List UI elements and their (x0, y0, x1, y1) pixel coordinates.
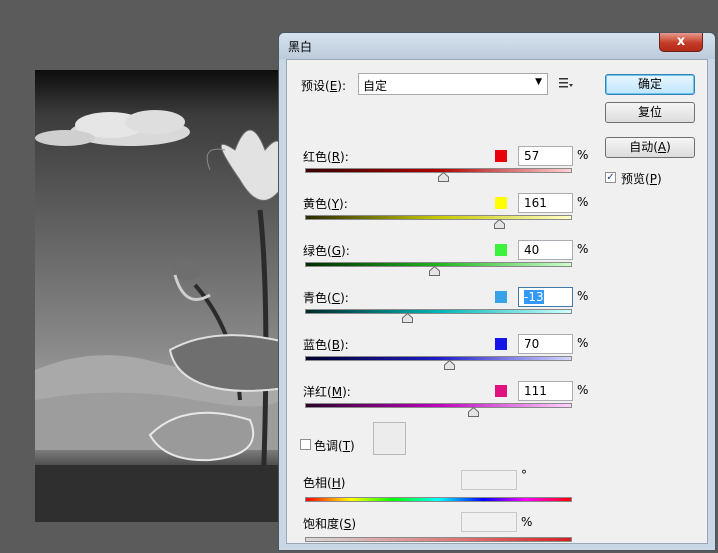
percent-sign: % (577, 242, 589, 256)
black-white-dialog: 黑白 x 预设(E): 自定 ▼ 确定 复位 自动(A) ✓ 预览(P) 红色(… (278, 32, 716, 551)
percent-sign: % (577, 336, 589, 350)
dialog-title: 黑白 (288, 40, 313, 54)
color-swatch (495, 244, 507, 256)
title-bar[interactable]: 黑白 x (279, 33, 715, 59)
value-input[interactable]: 57 (518, 146, 573, 166)
value-input[interactable]: -13 (518, 287, 573, 307)
hue-unit: ° (521, 468, 527, 482)
preset-options-icon[interactable] (558, 76, 574, 90)
canvas-photo (35, 70, 285, 522)
slider-track[interactable] (305, 309, 572, 314)
preset-select[interactable]: 自定 ▼ (358, 73, 548, 95)
color-swatch (495, 385, 507, 397)
slider-thumb[interactable] (468, 407, 480, 417)
slider-track[interactable] (305, 356, 572, 361)
slider-label: 青色(C): (303, 291, 349, 305)
percent-sign: % (577, 383, 589, 397)
close-icon: x (676, 34, 686, 49)
dialog-client: 预设(E): 自定 ▼ 确定 复位 自动(A) ✓ 预览(P) 红色(R): 57… (286, 59, 708, 544)
hue-input[interactable] (461, 470, 517, 490)
percent-sign: % (577, 289, 589, 303)
preview-label: 预览(P) (621, 172, 662, 186)
hue-label: 色相(H) (303, 476, 346, 490)
value-input[interactable]: 40 (518, 240, 573, 260)
slider-track[interactable] (305, 215, 572, 220)
tint-label: 色调(T) (314, 439, 355, 453)
slider-label: 红色(R): (303, 150, 349, 164)
slider-thumb[interactable] (428, 266, 440, 276)
preview-checkbox[interactable]: ✓ (605, 172, 616, 183)
saturation-label: 饱和度(S) (303, 517, 357, 531)
color-swatch (495, 150, 507, 162)
reset-button[interactable]: 复位 (605, 102, 695, 123)
hue-slider-track[interactable] (305, 497, 572, 502)
percent-sign: % (577, 195, 589, 209)
preset-label: 预设(E): (301, 79, 347, 93)
color-swatch (495, 197, 507, 209)
slider-track[interactable] (305, 403, 572, 408)
ok-button[interactable]: 确定 (605, 74, 695, 95)
preset-value: 自定 (363, 79, 388, 93)
slider-label: 绿色(G): (303, 244, 350, 258)
chevron-down-icon: ▼ (535, 77, 542, 87)
value-input[interactable]: 161 (518, 193, 573, 213)
slider-thumb[interactable] (437, 172, 449, 182)
auto-button[interactable]: 自动(A) (605, 137, 695, 158)
slider-label: 洋红(M): (303, 385, 351, 399)
slider-label: 蓝色(B): (303, 338, 349, 352)
color-swatch (495, 338, 507, 350)
tint-color-swatch[interactable] (373, 422, 406, 455)
slider-thumb[interactable] (443, 360, 455, 370)
value-input[interactable]: 70 (518, 334, 573, 354)
value-input[interactable]: 111 (518, 381, 573, 401)
saturation-unit: % (521, 515, 533, 529)
tint-checkbox[interactable] (300, 439, 311, 450)
percent-sign: % (577, 148, 589, 162)
slider-label: 黄色(Y): (303, 197, 348, 211)
saturation-slider-track[interactable] (305, 537, 572, 542)
slider-thumb[interactable] (402, 313, 414, 323)
saturation-input[interactable] (461, 512, 517, 532)
close-button[interactable]: x (659, 33, 703, 52)
slider-thumb[interactable] (493, 219, 505, 229)
color-swatch (495, 291, 507, 303)
